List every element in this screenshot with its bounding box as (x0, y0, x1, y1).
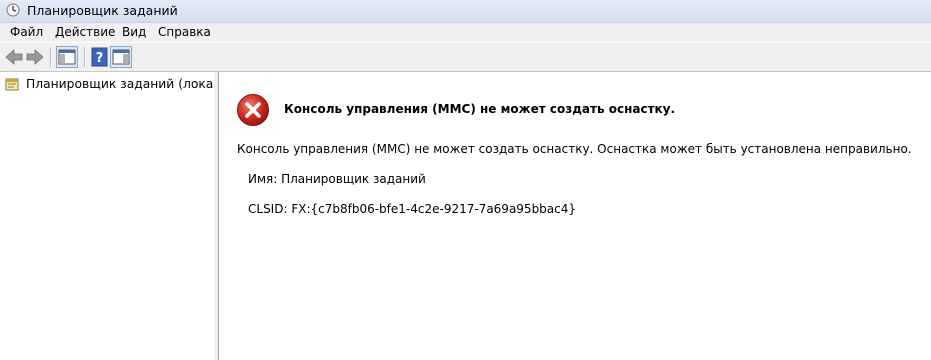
clock-icon (6, 3, 20, 17)
tree-item-label: Планировщик заданий (локальный) (26, 77, 214, 91)
show-hide-console-tree-icon[interactable] (56, 46, 78, 68)
menu-help[interactable]: Справка (158, 25, 211, 39)
tree-item-task-scheduler[interactable]: Планировщик заданий (локальный) (4, 75, 214, 93)
back-arrow-icon[interactable] (3, 46, 25, 68)
task-scheduler-icon (5, 78, 19, 91)
toolbar: ? (0, 43, 931, 72)
console-tree: Планировщик заданий (локальный) (0, 72, 215, 360)
error-message: Консоль управления (MMC) не может создат… (237, 142, 912, 156)
snapin-clsid: CLSID: FX:{c7b8fb06-bfe1-4c2e-9217-7a69a… (248, 202, 577, 216)
forward-arrow-icon[interactable] (24, 46, 46, 68)
toolbar-separator (84, 47, 86, 67)
window-title: Планировщик заданий (27, 3, 178, 18)
help-icon[interactable]: ? (89, 46, 111, 68)
svg-text:?: ? (96, 51, 104, 66)
show-hide-action-pane-icon[interactable] (110, 46, 132, 68)
menu-file[interactable]: Файл (10, 25, 43, 39)
menu-bar: Файл Действие Вид Справка (0, 23, 931, 42)
toolbar-separator (50, 47, 52, 67)
error-icon (237, 94, 269, 126)
menu-view[interactable]: Вид (122, 25, 146, 39)
title-bar: Планировщик заданий (0, 0, 931, 23)
menu-action[interactable]: Действие (55, 25, 115, 39)
error-heading: Консоль управления (MMC) не может создат… (284, 102, 676, 116)
result-pane: Консоль управления (MMC) не может создат… (219, 72, 931, 360)
snapin-name: Имя: Планировщик заданий (248, 172, 426, 186)
